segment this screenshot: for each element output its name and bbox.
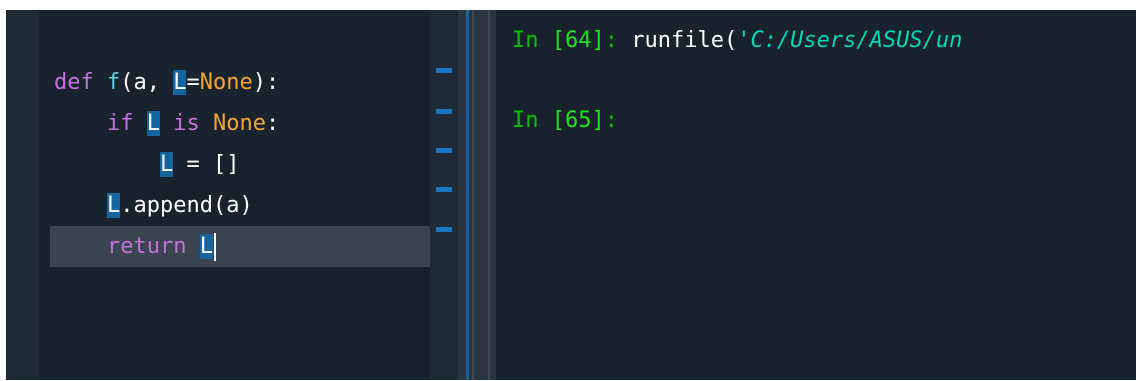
splitter-edge [488, 10, 490, 380]
runfile-call: runfile( [631, 28, 738, 53]
prompt-colon: : [604, 28, 632, 53]
prompt-number: [65] [551, 108, 605, 133]
keyword-is: is [173, 111, 200, 136]
highlighted-variable: L [159, 152, 174, 177]
assignment: = [] [173, 152, 240, 177]
splitter-edge [466, 10, 469, 380]
ipython-console[interactable]: In [64]: runfile('C:/Users/ASUS/un In [6… [496, 10, 1136, 380]
code-area[interactable]: def f(a, L=None): if L is None: L = [] L… [50, 62, 430, 267]
append-call: .append(a) [120, 193, 253, 218]
code-line-1: def f(a, L=None): [54, 62, 430, 103]
highlighted-variable: L [146, 111, 160, 136]
overview-ruler[interactable] [430, 10, 458, 380]
occurrence-marker[interactable] [436, 109, 452, 114]
none-constant: None [199, 70, 253, 95]
keyword-return: return [106, 234, 187, 259]
function-name: f [107, 70, 121, 95]
code-editor[interactable]: def f(a, L=None): if L is None: L = [] L… [6, 10, 430, 380]
path-string: 'C:/Users/ASUS/un [737, 28, 963, 53]
occurrence-marker[interactable] [436, 68, 452, 73]
code-line-5-current: return L [50, 226, 430, 267]
params-close: ): [252, 70, 280, 95]
prompt-in: In [512, 28, 552, 53]
prompt-number: [64] [551, 28, 605, 53]
prompt-in: In [512, 108, 552, 133]
code-line-3: L = [] [54, 144, 430, 185]
splitter-edge [472, 10, 474, 380]
colon: : [265, 111, 280, 136]
keyword-def: def [54, 70, 94, 95]
equals: = [186, 70, 200, 95]
highlighted-variable: L [173, 70, 187, 95]
code-line-2: if L is None: [54, 103, 430, 144]
params-open: (a, [120, 70, 174, 95]
text-cursor [213, 233, 216, 261]
console-prompt-65[interactable]: In [65]: [512, 108, 618, 133]
prompt-colon: : [604, 108, 618, 133]
none-constant: None [212, 111, 266, 136]
pane-splitter[interactable] [458, 10, 496, 380]
occurrence-marker[interactable] [436, 148, 452, 153]
console-prompt-64: In [64]: runfile('C:/Users/ASUS/un [512, 28, 962, 53]
highlighted-variable: L [106, 193, 121, 218]
occurrence-marker[interactable] [436, 227, 452, 232]
code-line-4: L.append(a) [54, 185, 430, 226]
line-number-gutter [6, 10, 39, 380]
keyword-if: if [106, 111, 134, 136]
highlighted-variable: L [199, 234, 213, 259]
occurrence-marker[interactable] [436, 187, 452, 192]
